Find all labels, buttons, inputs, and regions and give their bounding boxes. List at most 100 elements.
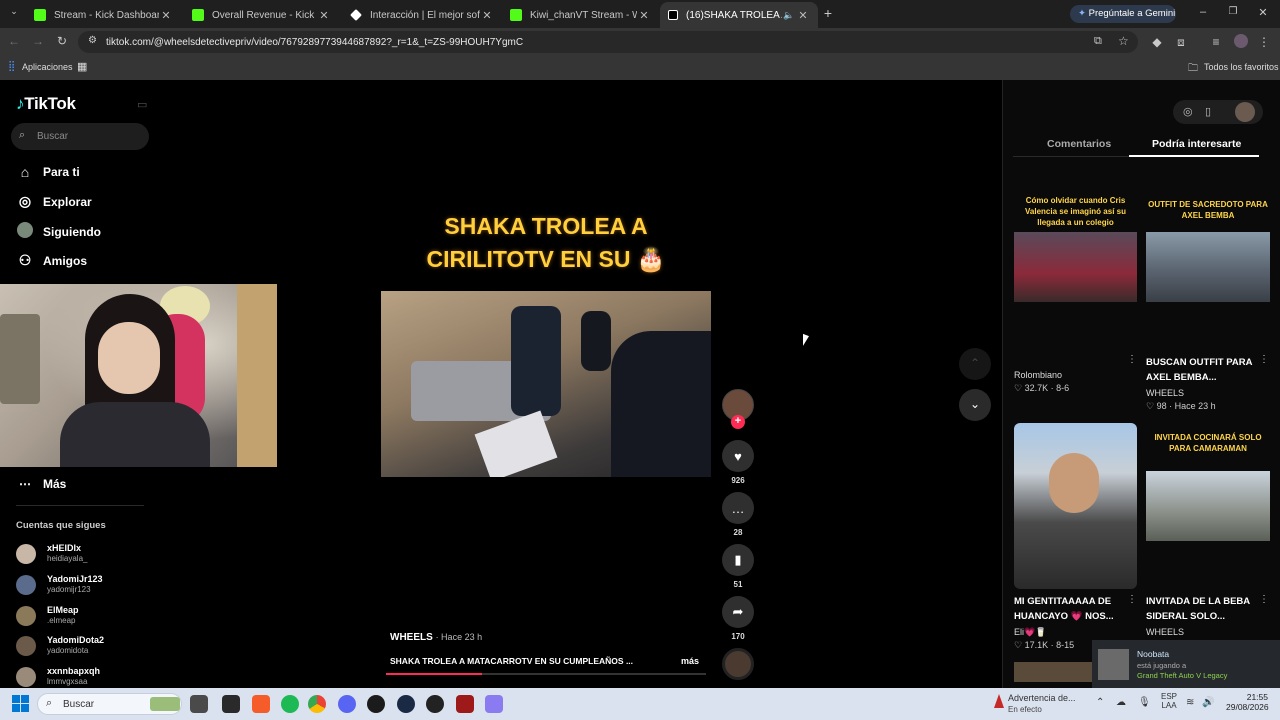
- microphone-icon[interactable]: 🎙: [1138, 697, 1151, 708]
- following-account[interactable]: xHEIDIx heidiayala_: [16, 541, 156, 571]
- device-icon[interactable]: ▯: [1205, 105, 1211, 118]
- card-more-icon[interactable]: ⋮: [1127, 594, 1137, 605]
- tab-comentarios[interactable]: Comentarios: [1047, 138, 1111, 150]
- card-title[interactable]: MI GENTITAAAAA DE HUANCAYO 💗 NOS...: [1014, 594, 1126, 624]
- like-button[interactable]: ♥: [722, 440, 754, 472]
- user-avatar[interactable]: [1235, 102, 1255, 122]
- browser-tab-active[interactable]: (16)SHAKA TROLEA A MATA 🔈 ✕: [660, 2, 818, 28]
- tab-groups-icon[interactable]: ▦: [77, 60, 87, 73]
- mute-tab-icon[interactable]: 🔈: [782, 10, 796, 21]
- search-input[interactable]: ⌕ Buscar: [11, 123, 149, 150]
- tab-podria-interesarte[interactable]: Podría interesarte: [1152, 138, 1241, 150]
- extension-diamond-icon[interactable]: ◆: [1149, 35, 1165, 49]
- nav-explorar[interactable]: ◎ Explorar: [16, 193, 92, 210]
- dota-icon[interactable]: [456, 695, 474, 713]
- video-person: [611, 331, 711, 477]
- tab-search-icon[interactable]: ⌄: [6, 6, 22, 17]
- following-account[interactable]: ElMeap .elmeap: [16, 603, 156, 633]
- close-tab-icon[interactable]: ✕: [637, 9, 651, 22]
- close-window-icon[interactable]: ✕: [1255, 6, 1271, 19]
- task-view-icon[interactable]: [190, 695, 208, 713]
- follow-plus-icon[interactable]: +: [731, 415, 745, 429]
- brave-icon[interactable]: [252, 695, 270, 713]
- profile-avatar[interactable]: [1234, 34, 1248, 48]
- share-button[interactable]: ➦: [722, 596, 754, 628]
- card-more-icon[interactable]: ⋮: [1259, 594, 1269, 605]
- browser-tab[interactable]: Kiwi_chanVT Stream - Watch Live ✕: [502, 2, 659, 28]
- nav-amigos[interactable]: ⚇ Amigos: [16, 252, 87, 269]
- browser-tab[interactable]: Stream - Kick Dashboard ✕: [26, 2, 181, 28]
- onedrive-icon[interactable]: ☁: [1116, 697, 1126, 708]
- volume-icon[interactable]: 🔊: [1202, 697, 1214, 708]
- address-bar[interactable]: ⚙ tiktok.com/@wheelsdetectivepriv/video/…: [78, 31, 1138, 53]
- card-title[interactable]: BUSCAN OUTFIT PARA AXEL BEMBA...: [1146, 355, 1258, 385]
- music-disc[interactable]: [722, 648, 754, 680]
- card-title[interactable]: INVITADA DE LA BEBA SIDERAL SOLO...: [1146, 594, 1258, 624]
- card-author[interactable]: Eli💗🥛: [1014, 627, 1046, 638]
- video-card[interactable]: Cómo olvidar cuando Cris Valencia se ima…: [1014, 190, 1137, 302]
- card-more-icon[interactable]: ⋮: [1127, 354, 1137, 365]
- video-author[interactable]: WHEELS: [390, 632, 433, 643]
- close-tab-icon[interactable]: ✕: [796, 9, 810, 22]
- discord-icon[interactable]: [338, 695, 356, 713]
- video-frame[interactable]: [381, 291, 711, 477]
- chrome-menu-icon[interactable]: ⋮: [1256, 35, 1272, 49]
- back-icon[interactable]: ←: [6, 34, 22, 48]
- save-button[interactable]: ▮: [722, 544, 754, 576]
- browser-tab[interactable]: Interacción | El mejor software ✕: [342, 2, 502, 28]
- nav-mas[interactable]: ⋯ Más: [16, 477, 66, 491]
- all-bookmarks[interactable]: Todos los favoritos: [1204, 62, 1279, 72]
- progress-track[interactable]: [386, 673, 706, 675]
- language-indicator[interactable]: ESP LAA: [1161, 692, 1177, 710]
- forward-icon[interactable]: →: [30, 34, 46, 48]
- card-author[interactable]: Rolombiano: [1014, 370, 1062, 380]
- extensions-puzzle-icon[interactable]: ⧈: [1173, 35, 1189, 50]
- comment-button[interactable]: …: [722, 492, 754, 524]
- taskbar-search[interactable]: ⌕ Buscar: [37, 693, 182, 715]
- reload-icon[interactable]: ↻: [54, 34, 70, 48]
- windows-start-icon[interactable]: [12, 695, 29, 712]
- video-card-thumbnail[interactable]: [1014, 423, 1137, 589]
- following-account[interactable]: YadomiDota2 yadomidota: [16, 633, 156, 663]
- wifi-icon[interactable]: ≋: [1186, 697, 1194, 708]
- video-card[interactable]: INVITADA COCINARÁ SOLO PARA CAMARAMAN: [1146, 432, 1270, 542]
- next-video-button[interactable]: ⌄: [959, 389, 991, 421]
- game-notification[interactable]: Noobata está jugando a Grand Theft Auto …: [1092, 640, 1280, 688]
- compass-icon[interactable]: ◎: [1183, 105, 1193, 118]
- app-icon[interactable]: [485, 695, 503, 713]
- collapse-sidebar-icon[interactable]: ▭: [137, 98, 147, 111]
- bookmark-star-icon[interactable]: ☆: [1118, 34, 1129, 48]
- video-card[interactable]: OUTFIT DE SACREDOTO PARA AXEL BEMBA: [1146, 190, 1270, 302]
- chrome-icon[interactable]: [308, 695, 326, 713]
- new-tab-icon[interactable]: +: [820, 5, 836, 21]
- browser-tab[interactable]: Overall Revenue - Kick Dashboard ✕: [184, 2, 339, 28]
- nav-siguiendo[interactable]: Siguiendo: [16, 222, 101, 241]
- tiktok-logo[interactable]: ♪TikTok: [16, 94, 76, 114]
- close-tab-icon[interactable]: ✕: [480, 9, 494, 22]
- card-author[interactable]: WHEELS: [1146, 627, 1184, 637]
- install-app-icon[interactable]: ⧉: [1094, 35, 1102, 48]
- steam-icon[interactable]: [397, 695, 415, 713]
- warning-title[interactable]: Advertencia de...: [1008, 693, 1076, 703]
- clock[interactable]: 21:55 29/08/2026: [1226, 692, 1269, 712]
- media-controls-icon[interactable]: ≡: [1208, 35, 1224, 49]
- description-more-link[interactable]: más: [681, 656, 699, 666]
- site-info-icon[interactable]: ⚙: [88, 35, 97, 46]
- previous-video-button[interactable]: ⌃: [959, 348, 991, 380]
- gemini-button[interactable]: ✦ Pregúntale a Gemini: [1070, 5, 1176, 23]
- notepad-icon[interactable]: [222, 695, 240, 713]
- close-tab-icon[interactable]: ✕: [159, 9, 173, 22]
- bookmark-apps[interactable]: Aplicaciones: [22, 62, 73, 72]
- card-more-icon[interactable]: ⋮: [1259, 354, 1269, 365]
- obs-icon[interactable]: [426, 695, 444, 713]
- nav-para-ti[interactable]: ⌂ Para ti: [16, 164, 80, 180]
- tray-overflow-icon[interactable]: ⌃: [1096, 697, 1104, 708]
- card-author[interactable]: WHEELS: [1146, 388, 1184, 398]
- warning-icon: [994, 694, 1004, 708]
- maximize-icon[interactable]: ❐: [1225, 6, 1241, 17]
- spotify-icon[interactable]: [281, 695, 299, 713]
- minimize-icon[interactable]: –: [1195, 6, 1211, 18]
- xbox-icon[interactable]: [367, 695, 385, 713]
- following-account[interactable]: YadomiJr123 yadomijr123: [16, 572, 156, 602]
- close-tab-icon[interactable]: ✕: [317, 9, 331, 22]
